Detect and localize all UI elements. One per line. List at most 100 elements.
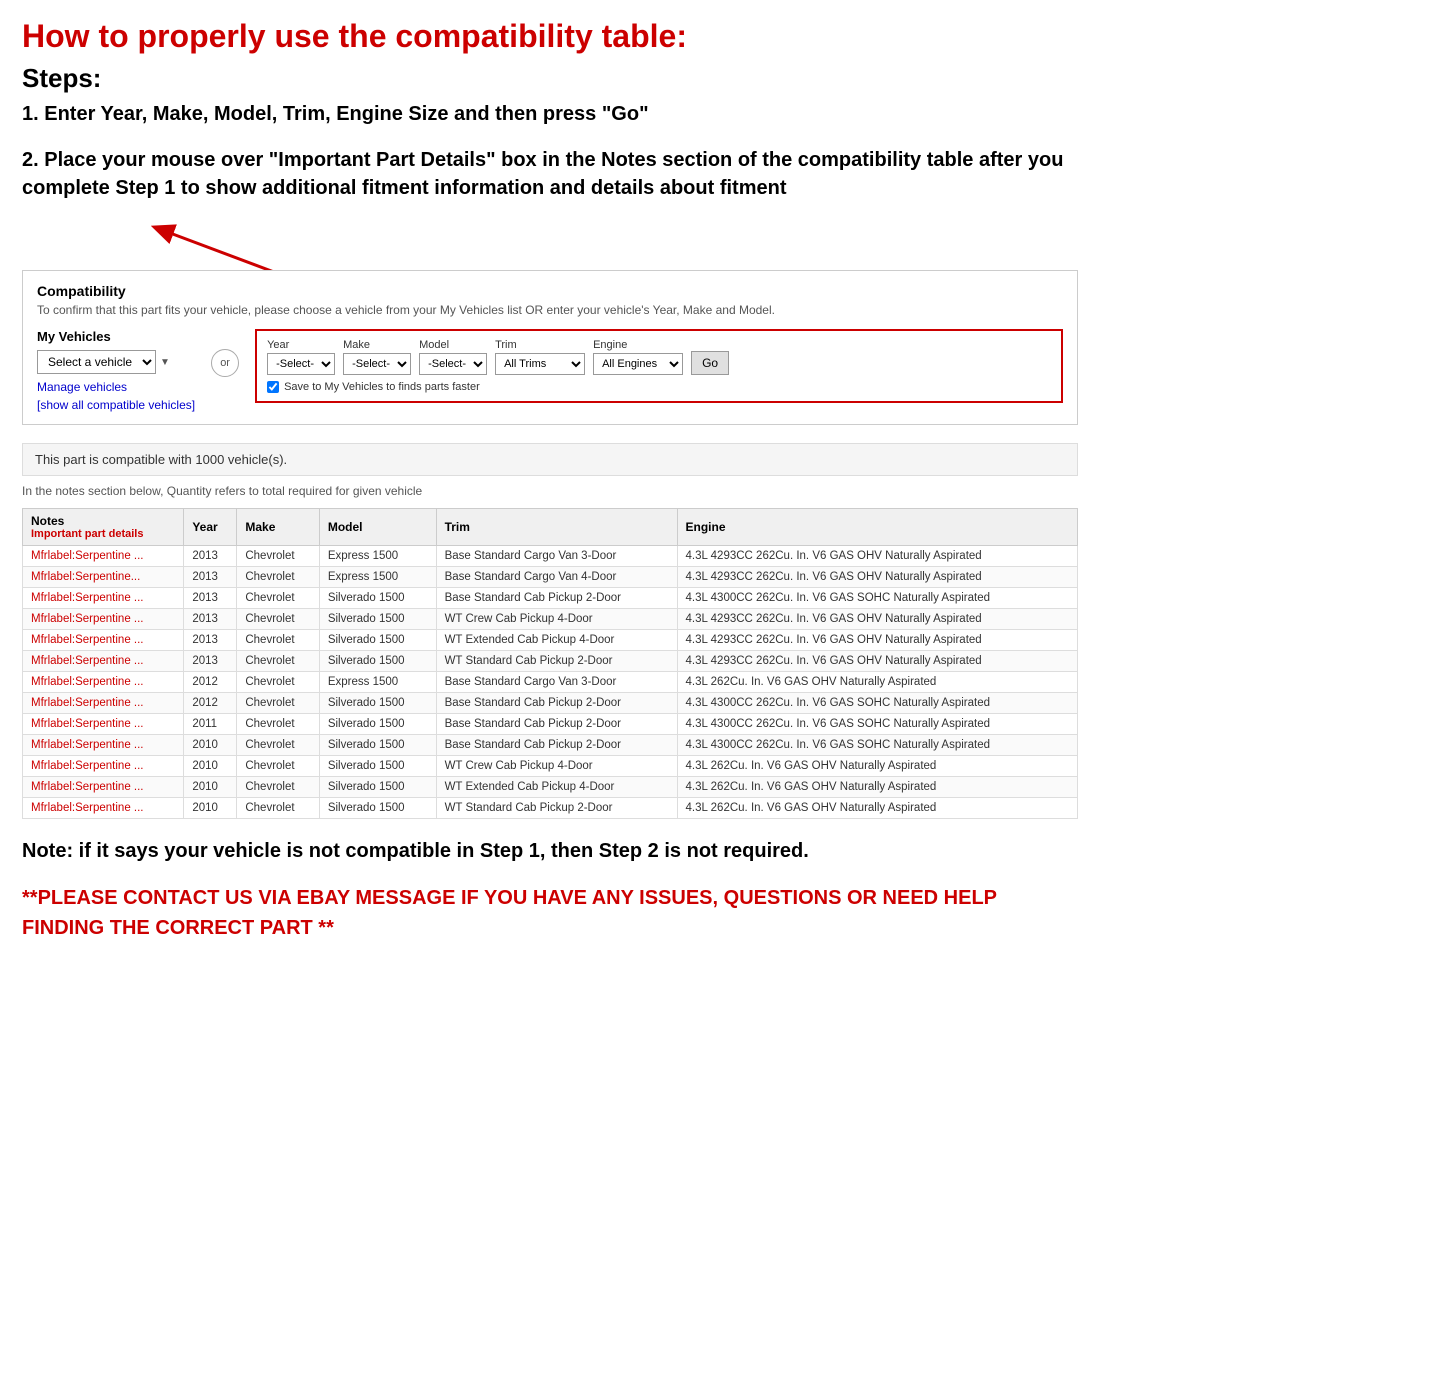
vehicle-form: Year -Select- Make -Select- Model -Selec… (255, 329, 1063, 403)
cell-engine: 4.3L 4300CC 262Cu. In. V6 GAS SOHC Natur… (677, 714, 1077, 735)
cell-model: Silverado 1500 (319, 756, 436, 777)
cell-make: Chevrolet (237, 546, 319, 567)
cell-trim: Base Standard Cargo Van 3-Door (436, 672, 677, 693)
cell-year: 2013 (184, 567, 237, 588)
engine-label: Engine (593, 339, 683, 351)
cell-engine: 4.3L 4293CC 262Cu. In. V6 GAS OHV Natura… (677, 651, 1077, 672)
table-row: Mfrlabel:Serpentine ...2010ChevroletSilv… (23, 735, 1078, 756)
compatible-count-bar: This part is compatible with 1000 vehicl… (22, 443, 1078, 476)
make-select[interactable]: -Select- (343, 353, 411, 375)
cell-trim: Base Standard Cab Pickup 2-Door (436, 735, 677, 756)
cell-year: 2011 (184, 714, 237, 735)
cell-make: Chevrolet (237, 651, 319, 672)
cell-notes: Mfrlabel:Serpentine ... (23, 588, 184, 609)
steps-heading: Steps: (22, 63, 1078, 94)
cell-trim: WT Crew Cab Pickup 4-Door (436, 609, 677, 630)
col-engine: Engine (677, 509, 1077, 546)
cell-make: Chevrolet (237, 693, 319, 714)
quantity-note: In the notes section below, Quantity ref… (22, 484, 1078, 498)
compat-subtitle: To confirm that this part fits your vehi… (37, 303, 1063, 317)
model-select[interactable]: -Select- (419, 353, 487, 375)
table-row: Mfrlabel:Serpentine ...2013ChevroletSilv… (23, 588, 1078, 609)
show-all-link[interactable]: [show all compatible vehicles] (37, 398, 195, 412)
table-row: Mfrlabel:Serpentine ...2010ChevroletSilv… (23, 777, 1078, 798)
cell-make: Chevrolet (237, 777, 319, 798)
engine-select[interactable]: All Engines (593, 353, 683, 375)
cell-notes: Mfrlabel:Serpentine ... (23, 777, 184, 798)
cell-make: Chevrolet (237, 735, 319, 756)
cell-notes: Mfrlabel:Serpentine ... (23, 798, 184, 819)
compatibility-section: Compatibility To confirm that this part … (22, 270, 1078, 425)
table-row: Mfrlabel:Serpentine ...2010ChevroletSilv… (23, 756, 1078, 777)
cell-model: Express 1500 (319, 546, 436, 567)
cell-model: Express 1500 (319, 672, 436, 693)
cell-engine: 4.3L 262Cu. In. V6 GAS OHV Naturally Asp… (677, 756, 1077, 777)
cell-model: Silverado 1500 (319, 798, 436, 819)
cell-year: 2010 (184, 735, 237, 756)
cell-engine: 4.3L 4293CC 262Cu. In. V6 GAS OHV Natura… (677, 609, 1077, 630)
cell-model: Express 1500 (319, 567, 436, 588)
cell-make: Chevrolet (237, 756, 319, 777)
cell-make: Chevrolet (237, 672, 319, 693)
cell-model: Silverado 1500 (319, 588, 436, 609)
step2-text: 2. Place your mouse over "Important Part… (22, 146, 1078, 202)
table-header-row: Notes Important part details Year Make M… (23, 509, 1078, 546)
year-select[interactable]: -Select- (267, 353, 335, 375)
year-field: Year -Select- (267, 339, 335, 375)
col-model: Model (319, 509, 436, 546)
contact-text: **PLEASE CONTACT US VIA EBAY MESSAGE IF … (22, 883, 1078, 943)
cell-model: Silverado 1500 (319, 651, 436, 672)
save-checkbox[interactable] (267, 381, 279, 393)
table-row: Mfrlabel:Serpentine ...2013ChevroletExpr… (23, 546, 1078, 567)
model-label: Model (419, 339, 487, 351)
col-notes: Notes Important part details (23, 509, 184, 546)
cell-year: 2012 (184, 693, 237, 714)
year-label: Year (267, 339, 335, 351)
cell-model: Silverado 1500 (319, 609, 436, 630)
cell-notes: Mfrlabel:Serpentine ... (23, 756, 184, 777)
select-vehicle-dropdown[interactable]: Select a vehicle (37, 350, 156, 374)
cell-trim: Base Standard Cab Pickup 2-Door (436, 693, 677, 714)
cell-engine: 4.3L 262Cu. In. V6 GAS OHV Naturally Asp… (677, 672, 1077, 693)
main-title: How to properly use the compatibility ta… (22, 18, 1078, 55)
cell-notes: Mfrlabel:Serpentine ... (23, 609, 184, 630)
col-year: Year (184, 509, 237, 546)
make-label: Make (343, 339, 411, 351)
engine-field: Engine All Engines (593, 339, 683, 375)
table-row: Mfrlabel:Serpentine ...2012ChevroletSilv… (23, 693, 1078, 714)
my-vehicles-section: My Vehicles Select a vehicle ▼ Manage ve… (37, 329, 195, 412)
cell-trim: WT Crew Cab Pickup 4-Door (436, 756, 677, 777)
cell-engine: 4.3L 4300CC 262Cu. In. V6 GAS SOHC Natur… (677, 588, 1077, 609)
cell-engine: 4.3L 262Cu. In. V6 GAS OHV Naturally Asp… (677, 777, 1077, 798)
cell-model: Silverado 1500 (319, 777, 436, 798)
cell-model: Silverado 1500 (319, 693, 436, 714)
step1-text: 1. Enter Year, Make, Model, Trim, Engine… (22, 100, 1078, 128)
compatibility-table: Notes Important part details Year Make M… (22, 508, 1078, 819)
cell-trim: WT Standard Cab Pickup 2-Door (436, 798, 677, 819)
cell-notes: Mfrlabel:Serpentine ... (23, 651, 184, 672)
col-trim: Trim (436, 509, 677, 546)
cell-notes: Mfrlabel:Serpentine ... (23, 735, 184, 756)
cell-year: 2012 (184, 672, 237, 693)
cell-engine: 4.3L 4293CC 262Cu. In. V6 GAS OHV Natura… (677, 630, 1077, 651)
cell-notes: Mfrlabel:Serpentine ... (23, 630, 184, 651)
cell-notes: Mfrlabel:Serpentine ... (23, 693, 184, 714)
go-button[interactable]: Go (691, 351, 729, 375)
cell-engine: 4.3L 262Cu. In. V6 GAS OHV Naturally Asp… (677, 798, 1077, 819)
cell-year: 2010 (184, 756, 237, 777)
cell-make: Chevrolet (237, 609, 319, 630)
manage-vehicles-link[interactable]: Manage vehicles (37, 380, 195, 394)
cell-model: Silverado 1500 (319, 735, 436, 756)
cell-engine: 4.3L 4293CC 262Cu. In. V6 GAS OHV Natura… (677, 567, 1077, 588)
table-row: Mfrlabel:Serpentine ...2013ChevroletSilv… (23, 630, 1078, 651)
cell-year: 2010 (184, 798, 237, 819)
trim-select[interactable]: All Trims (495, 353, 585, 375)
cell-trim: Base Standard Cab Pickup 2-Door (436, 588, 677, 609)
cell-engine: 4.3L 4293CC 262Cu. In. V6 GAS OHV Natura… (677, 546, 1077, 567)
cell-notes: Mfrlabel:Serpentine ... (23, 546, 184, 567)
cell-make: Chevrolet (237, 588, 319, 609)
cell-year: 2013 (184, 630, 237, 651)
cell-make: Chevrolet (237, 798, 319, 819)
cell-trim: Base Standard Cargo Van 3-Door (436, 546, 677, 567)
cell-make: Chevrolet (237, 567, 319, 588)
